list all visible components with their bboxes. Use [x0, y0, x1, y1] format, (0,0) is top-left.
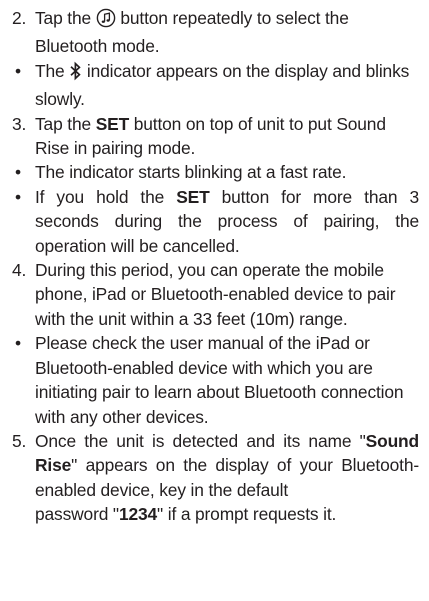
bullet-dot: • [15, 162, 21, 183]
step-3: 3. Tap the SET button on top of unit to … [12, 112, 419, 161]
bullet-dot: • [15, 60, 21, 81]
bluetooth-icon [69, 61, 82, 87]
step-text-pre: Tap the [35, 113, 91, 134]
bullet-blinking-fast: • The indicator starts blinking at a fas… [12, 160, 419, 184]
step-number: 3. [12, 113, 27, 134]
bullet-dot: • [15, 186, 21, 207]
bullet-text-post: indicator appears on the display and bli… [35, 60, 410, 110]
step-5: 5. Once the unit is detected and its nam… [12, 429, 419, 527]
step-text-last-pre: password " [35, 504, 119, 525]
step-number: 4. [12, 260, 27, 281]
step-text-mid: " appears on the display of your Bluetoo… [35, 455, 419, 500]
step-text-last-line: password "1234" if a prompt requests it. [35, 502, 419, 526]
step-text: During this period, you can operate the … [35, 260, 396, 329]
step-2: 2. Tap the button repeatedly to select t… [12, 6, 419, 59]
step-text-pre: Once the unit is detected and its name " [35, 430, 366, 451]
default-password: 1234 [118, 504, 158, 525]
step-number: 5. [12, 430, 27, 451]
bullet-text-pre: If you hold the [35, 186, 165, 207]
bullet-indicator-appears: • The indicator appears on the display a… [12, 59, 419, 112]
bullet-text: Please check the user manual of the iPad… [35, 333, 404, 427]
step-4: 4. During this period, you can operate t… [12, 258, 419, 331]
step-text-pre: Tap the [35, 8, 91, 28]
music-note-circle-icon [96, 8, 116, 34]
set-button-label: SET [176, 186, 210, 207]
bullet-text-pre: The [35, 60, 65, 81]
bullet-check-manual: • Please check the user manual of the iP… [12, 331, 419, 429]
bullet-hold-set: • If you hold the SET button for more th… [12, 185, 419, 258]
manual-page: 2. Tap the button repeatedly to select t… [0, 0, 429, 601]
step-number: 2. [12, 8, 27, 28]
bullet-dot: • [15, 333, 21, 354]
bullet-text: The indicator starts blinking at a fast … [35, 162, 347, 183]
set-button-label: SET [95, 113, 130, 134]
step-text-last-post: " if a prompt requests it. [157, 504, 337, 525]
